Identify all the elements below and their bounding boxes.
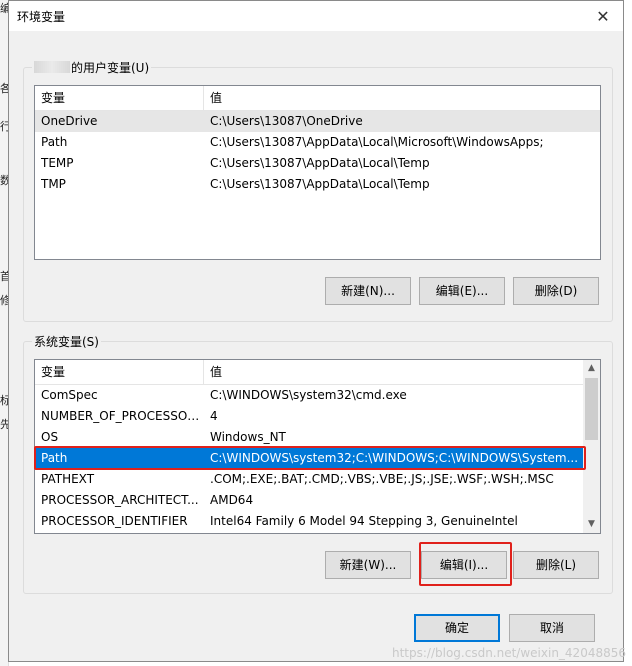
table-row[interactable]: PROCESSOR_ARCHITECT... AMD64 — [35, 490, 583, 511]
variable-value: C:\Users\13087\AppData\Local\Temp — [210, 177, 430, 191]
blurred-username — [34, 61, 70, 73]
variable-name: ComSpec — [41, 388, 98, 402]
variable-name: TMP — [41, 177, 66, 191]
variable-name: OneDrive — [41, 114, 98, 128]
table-row-selected[interactable]: Path C:\WINDOWS\system32;C:\WINDOWS;C:\W… — [35, 448, 583, 469]
user-variables-title: 的用户变量(U) — [32, 59, 152, 76]
column-header-variable[interactable]: 变量 — [35, 86, 204, 110]
system-rows: ComSpec C:\WINDOWS\system32\cmd.exe NUMB… — [35, 385, 583, 532]
variable-value: 4 — [210, 409, 218, 423]
variable-name: PROCESSOR_ARCHITECT... — [41, 493, 199, 507]
table-row[interactable]: TMP C:\Users\13087\AppData\Local\Temp — [35, 174, 600, 195]
variable-value: C:\WINDOWS\system32;C:\WINDOWS;C:\WINDOW… — [210, 451, 579, 465]
list-header: 变量 值 — [35, 360, 583, 385]
table-row[interactable]: PROCESSOR_IDENTIFIER Intel64 Family 6 Mo… — [35, 511, 583, 532]
system-variables-list[interactable]: 变量 值 ComSpec C:\WINDOWS\system32\cmd.exe… — [34, 359, 601, 534]
variable-name: Path — [41, 135, 68, 149]
variable-name: NUMBER_OF_PROCESSORS — [41, 409, 201, 423]
title-bar[interactable]: 环境变量 ✕ — [9, 1, 623, 31]
system-edit-button[interactable]: 编辑(I)... — [421, 551, 507, 579]
background-text: 编 — [0, 2, 8, 15]
variable-value: Intel64 Family 6 Model 94 Stepping 3, Ge… — [210, 514, 518, 528]
table-row[interactable]: PATHEXT .COM;.EXE;.BAT;.CMD;.VBS;.VBE;.J… — [35, 469, 583, 490]
system-variables-title: 系统变量(S) — [32, 333, 101, 350]
background-text: 首 — [0, 270, 8, 283]
variable-value: Windows_NT — [210, 430, 286, 444]
variable-value: .COM;.EXE;.BAT;.CMD;.VBS;.VBE;.JS;.JSE;.… — [210, 472, 554, 486]
dialog-title: 环境变量 — [17, 10, 66, 24]
column-header-value[interactable]: 值 — [204, 86, 600, 110]
system-new-button[interactable]: 新建(W)... — [325, 551, 411, 579]
environment-variables-dialog: 环境变量 ✕ 的用户变量(U) 变量 值 OneDrive C:\Users\1… — [8, 0, 624, 662]
table-row[interactable]: OS Windows_NT — [35, 427, 583, 448]
ok-button[interactable]: 确定 — [414, 614, 500, 642]
table-row[interactable]: TEMP C:\Users\13087\AppData\Local\Temp — [35, 153, 600, 174]
list-header: 变量 值 — [35, 86, 600, 111]
scrollbar-thumb[interactable] — [585, 378, 598, 440]
table-row[interactable]: OneDrive C:\Users\13087\OneDrive — [35, 111, 600, 132]
system-delete-button[interactable]: 删除(L) — [513, 551, 599, 579]
vertical-scrollbar[interactable]: ▲ ▼ — [583, 360, 600, 533]
scroll-down-icon[interactable]: ▼ — [583, 516, 600, 533]
variable-name: PROCESSOR_IDENTIFIER — [41, 514, 188, 528]
variable-value: C:\WINDOWS\system32\cmd.exe — [210, 388, 407, 402]
table-row[interactable]: ComSpec C:\WINDOWS\system32\cmd.exe — [35, 385, 583, 406]
variable-value: AMD64 — [210, 493, 254, 507]
variable-name: Path — [41, 451, 68, 465]
variable-value: C:\Users\13087\AppData\Local\Microsoft\W… — [210, 135, 544, 149]
cancel-button[interactable]: 取消 — [509, 614, 595, 642]
variable-value: C:\Users\13087\AppData\Local\Temp — [210, 156, 430, 170]
column-header-value[interactable]: 值 — [204, 360, 583, 384]
column-header-variable[interactable]: 变量 — [35, 360, 204, 384]
background-text: 先 — [0, 418, 8, 431]
user-variables-list[interactable]: 变量 值 OneDrive C:\Users\13087\OneDrive Pa… — [34, 85, 601, 260]
variable-name: PATHEXT — [41, 472, 95, 486]
close-icon[interactable]: ✕ — [589, 3, 617, 29]
variable-name: TEMP — [41, 156, 74, 170]
variable-value: C:\Users\13087\OneDrive — [210, 114, 363, 128]
scroll-up-icon[interactable]: ▲ — [583, 360, 600, 377]
user-edit-button[interactable]: 编辑(E)... — [419, 277, 505, 305]
variable-name: OS — [41, 430, 59, 444]
user-delete-button[interactable]: 删除(D) — [513, 277, 599, 305]
background-text: 修 — [0, 294, 8, 307]
background-text: 各 — [0, 82, 8, 95]
background-text: 数 — [0, 174, 8, 187]
watermark-text: https://blog.csdn.net/weixin_42048856 — [391, 646, 626, 660]
user-new-button[interactable]: 新建(N)... — [325, 277, 411, 305]
table-row[interactable]: NUMBER_OF_PROCESSORS 4 — [35, 406, 583, 427]
table-row[interactable]: Path C:\Users\13087\AppData\Local\Micros… — [35, 132, 600, 153]
background-text: 行 — [0, 120, 8, 133]
background-text: 标 — [0, 394, 8, 407]
